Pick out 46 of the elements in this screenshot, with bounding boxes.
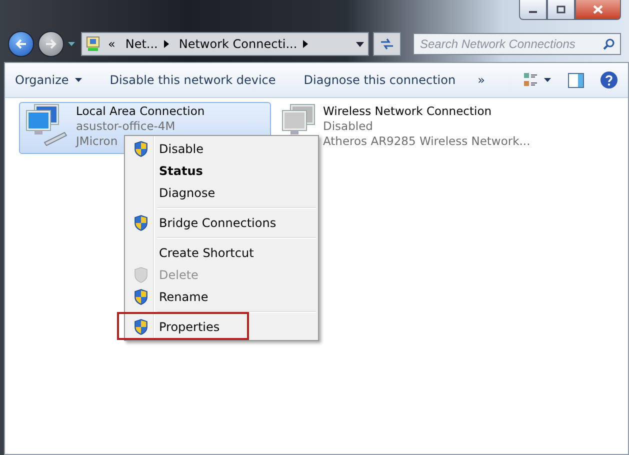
network-folder-icon bbox=[86, 36, 102, 52]
back-arrow-icon bbox=[15, 39, 27, 49]
history-dropdown-icon[interactable] bbox=[68, 42, 75, 46]
search-icon[interactable] bbox=[603, 38, 615, 50]
address-bar[interactable]: « Net... Network Connecti... bbox=[81, 32, 369, 56]
dropdown-icon[interactable] bbox=[356, 42, 364, 46]
maximize-button[interactable] bbox=[547, 0, 575, 20]
forward-button[interactable] bbox=[38, 31, 64, 57]
maximize-icon bbox=[556, 5, 566, 14]
menu-item[interactable]: Bridge Connections bbox=[127, 212, 316, 234]
breadcrumb[interactable]: Net... bbox=[125, 37, 158, 51]
close-button[interactable] bbox=[575, 0, 621, 20]
device-name: Atheros AR9285 Wireless Network... bbox=[323, 134, 530, 149]
device-name: JMicron bbox=[76, 134, 118, 149]
connection-status: Disabled bbox=[323, 119, 373, 134]
more-commands-button[interactable]: » bbox=[478, 73, 485, 87]
shield-icon bbox=[134, 267, 148, 283]
shield-icon bbox=[134, 289, 148, 305]
breadcrumb[interactable]: Network Connecti... bbox=[178, 37, 298, 51]
help-icon[interactable] bbox=[600, 71, 618, 89]
breadcrumb-overflow[interactable]: « bbox=[108, 37, 116, 51]
menu-item[interactable]: Status bbox=[127, 160, 316, 182]
refresh-button[interactable] bbox=[373, 32, 401, 56]
network-computer-icon bbox=[26, 104, 66, 146]
forward-arrow-icon bbox=[45, 39, 57, 49]
minimize-button[interactable] bbox=[519, 0, 547, 20]
connection-name: Local Area Connection bbox=[76, 104, 205, 119]
menu-item[interactable]: Rename bbox=[127, 286, 316, 308]
chevron-right-icon[interactable] bbox=[303, 40, 308, 48]
connection-name: Wireless Network Connection bbox=[323, 104, 492, 119]
shield-icon bbox=[134, 319, 148, 335]
shield-icon bbox=[134, 215, 148, 231]
menu-item[interactable]: Diagnose bbox=[127, 182, 316, 204]
toolbar-button[interactable]: Diagnose this connection bbox=[304, 73, 456, 87]
back-button[interactable] bbox=[8, 31, 34, 57]
toolbar-button[interactable]: Disable this network device bbox=[110, 73, 276, 87]
close-icon bbox=[593, 5, 603, 14]
preview-pane-icon[interactable] bbox=[568, 72, 584, 88]
search-field[interactable]: Search Network Connections bbox=[413, 33, 621, 55]
view-options-icon[interactable] bbox=[524, 73, 552, 87]
shield-icon bbox=[134, 141, 148, 157]
connection-status: asustor-office-4M bbox=[76, 119, 176, 134]
refresh-icon bbox=[380, 38, 394, 50]
menu-item[interactable]: Create Shortcut bbox=[127, 242, 316, 264]
chevron-right-icon[interactable] bbox=[164, 40, 169, 48]
toolbar-button[interactable]: Organize bbox=[15, 73, 82, 87]
